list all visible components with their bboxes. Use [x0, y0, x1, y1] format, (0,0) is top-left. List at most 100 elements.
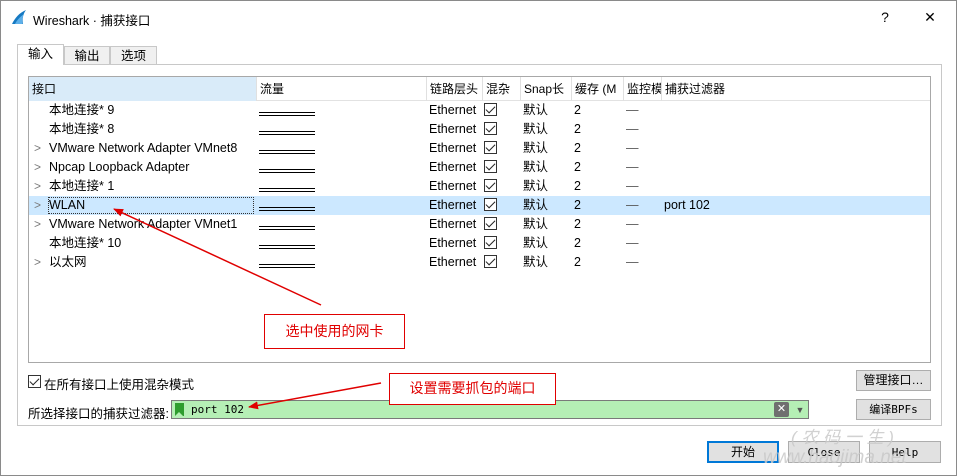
- expand-chevron-icon[interactable]: >: [34, 196, 44, 215]
- capture-filter-label: 所选择接口的捕获过滤器:: [28, 407, 169, 421]
- monitor-mode-value[interactable]: —: [626, 177, 660, 196]
- capture-filter-cell[interactable]: [664, 158, 924, 177]
- interfaces-table[interactable]: 接口 流量 链路层头 混杂 Snap长 缓存 (M 监控模 捕获过滤器 本地连接…: [28, 76, 931, 363]
- expand-chevron-icon[interactable]: >: [34, 139, 44, 158]
- expand-chevron-icon[interactable]: [34, 101, 44, 120]
- tab-output[interactable]: 输出: [64, 46, 110, 65]
- expand-chevron-icon[interactable]: >: [34, 215, 44, 234]
- capture-filter-cell[interactable]: [664, 234, 924, 253]
- compile-bpfs-label: 编译BPFs: [869, 403, 918, 416]
- buffer-value[interactable]: 2: [574, 177, 622, 196]
- link-layer-header[interactable]: Ethernet: [429, 215, 483, 234]
- snaplen-value[interactable]: 默认: [523, 158, 571, 177]
- table-row[interactable]: 本地连接* 9 Ethernet 默认 2—: [29, 101, 930, 120]
- snaplen-value[interactable]: 默认: [523, 253, 571, 272]
- table-row[interactable]: > VMware Network Adapter VMnet1 Ethernet 默认…: [29, 215, 930, 234]
- table-row[interactable]: > WLAN Ethernet 默认 2— port 102: [29, 196, 930, 215]
- monitor-mode-value[interactable]: —: [626, 120, 660, 139]
- snaplen-value[interactable]: 默认: [523, 101, 571, 120]
- table-row[interactable]: > 以太网 Ethernet 默认 2—: [29, 253, 930, 272]
- watermark-url: www.haojima.net: [763, 447, 907, 468]
- table-row[interactable]: > Npcap Loopback Adapter Ethernet 默认 2—: [29, 158, 930, 177]
- buffer-value[interactable]: 2: [574, 101, 622, 120]
- column-traffic[interactable]: 流量: [257, 77, 427, 101]
- capture-filter-cell[interactable]: [664, 139, 924, 158]
- promisc-checkbox[interactable]: [484, 255, 497, 268]
- interface-name: 本地连接* 1: [49, 179, 115, 193]
- monitor-mode-value[interactable]: —: [626, 234, 660, 253]
- traffic-sparkline: [259, 139, 315, 158]
- link-layer-header[interactable]: Ethernet: [429, 101, 483, 120]
- capture-filter-cell[interactable]: [664, 101, 924, 120]
- table-row[interactable]: > 本地连接* 1 Ethernet 默认 2—: [29, 177, 930, 196]
- link-layer-header[interactable]: Ethernet: [429, 158, 483, 177]
- table-row[interactable]: 本地连接* 8 Ethernet 默认 2—: [29, 120, 930, 139]
- promisc-checkbox[interactable]: [484, 236, 497, 249]
- traffic-sparkline: [259, 196, 315, 215]
- column-promisc[interactable]: 混杂: [483, 77, 521, 101]
- buffer-value[interactable]: 2: [574, 158, 622, 177]
- buffer-value[interactable]: 2: [574, 139, 622, 158]
- snaplen-value[interactable]: 默认: [523, 139, 571, 158]
- column-capture-filter[interactable]: 捕获过滤器: [662, 77, 930, 101]
- promisc-checkbox[interactable]: [484, 141, 497, 154]
- promisc-checkbox[interactable]: [484, 160, 497, 173]
- promisc-checkbox[interactable]: [484, 103, 497, 116]
- expand-chevron-icon[interactable]: >: [34, 158, 44, 177]
- capture-filter-cell[interactable]: [664, 253, 924, 272]
- capture-filter-cell[interactable]: [664, 120, 924, 139]
- tab-input[interactable]: 输入: [17, 44, 64, 65]
- buffer-value[interactable]: 2: [574, 253, 622, 272]
- snaplen-value[interactable]: 默认: [523, 234, 571, 253]
- link-layer-header[interactable]: Ethernet: [429, 177, 483, 196]
- promisc-checkbox[interactable]: [484, 217, 497, 230]
- manage-interfaces-button[interactable]: 管理接口…: [856, 370, 931, 391]
- column-link-layer[interactable]: 链路层头: [427, 77, 483, 101]
- clear-filter-icon[interactable]: ✕: [774, 402, 789, 417]
- link-layer-header[interactable]: Ethernet: [429, 196, 483, 215]
- expand-chevron-icon[interactable]: >: [34, 253, 44, 272]
- column-interface[interactable]: 接口: [29, 77, 257, 101]
- interface-name: 本地连接* 10: [49, 236, 122, 250]
- link-layer-header[interactable]: Ethernet: [429, 120, 483, 139]
- monitor-mode-value[interactable]: —: [626, 101, 660, 120]
- buffer-value[interactable]: 2: [574, 215, 622, 234]
- column-monitor[interactable]: 监控模: [624, 77, 662, 101]
- monitor-mode-value[interactable]: —: [626, 215, 660, 234]
- expand-chevron-icon[interactable]: [34, 120, 44, 139]
- capture-filter-cell[interactable]: [664, 177, 924, 196]
- promisc-all-checkbox[interactable]: [28, 375, 41, 388]
- expand-chevron-icon[interactable]: >: [34, 177, 44, 196]
- monitor-mode-value[interactable]: —: [626, 139, 660, 158]
- monitor-mode-value[interactable]: —: [626, 253, 660, 272]
- chevron-down-icon[interactable]: ▼: [794, 402, 806, 417]
- link-layer-header[interactable]: Ethernet: [429, 234, 483, 253]
- buffer-value[interactable]: 2: [574, 120, 622, 139]
- table-row[interactable]: > VMware Network Adapter VMnet8 Ethernet 默认…: [29, 139, 930, 158]
- help-title-button[interactable]: ?: [875, 7, 895, 27]
- close-window-button[interactable]: ✕: [917, 6, 943, 28]
- snaplen-value[interactable]: 默认: [523, 215, 571, 234]
- monitor-mode-value[interactable]: —: [626, 196, 660, 215]
- snaplen-value[interactable]: 默认: [523, 196, 571, 215]
- bookmark-icon[interactable]: [175, 403, 184, 416]
- column-buffer[interactable]: 缓存 (M: [572, 77, 624, 101]
- capture-filter-cell[interactable]: port 102: [664, 196, 924, 215]
- promisc-checkbox[interactable]: [484, 198, 497, 211]
- table-row[interactable]: 本地连接* 10 Ethernet 默认 2—: [29, 234, 930, 253]
- tab-options[interactable]: 选项: [110, 46, 157, 65]
- snaplen-value[interactable]: 默认: [523, 177, 571, 196]
- capture-filter-cell[interactable]: [664, 215, 924, 234]
- monitor-mode-value[interactable]: —: [626, 158, 660, 177]
- promisc-checkbox[interactable]: [484, 179, 497, 192]
- column-snaplen[interactable]: Snap长: [521, 77, 572, 101]
- interface-name: WLAN: [49, 198, 86, 212]
- promisc-checkbox[interactable]: [484, 122, 497, 135]
- compile-bpfs-button[interactable]: 编译BPFs: [856, 399, 931, 420]
- buffer-value[interactable]: 2: [574, 234, 622, 253]
- buffer-value[interactable]: 2: [574, 196, 622, 215]
- link-layer-header[interactable]: Ethernet: [429, 253, 483, 272]
- expand-chevron-icon[interactable]: [34, 234, 44, 253]
- link-layer-header[interactable]: Ethernet: [429, 139, 483, 158]
- snaplen-value[interactable]: 默认: [523, 120, 571, 139]
